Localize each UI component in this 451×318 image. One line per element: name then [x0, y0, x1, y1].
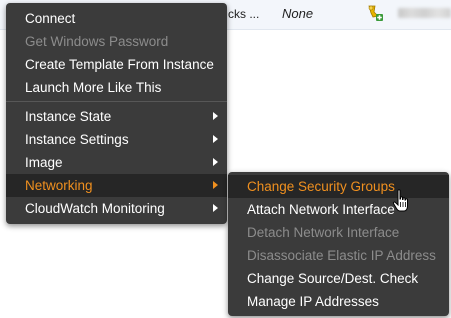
menu-item-detach-network-interface: Detach Network Interface: [228, 221, 449, 244]
instance-actions-menu: Connect Get Windows Password Create Temp…: [6, 3, 227, 224]
menu-item-disassociate-elastic-ip: Disassociate Elastic IP Address: [228, 244, 449, 267]
chevron-right-icon: [213, 204, 218, 212]
chevron-right-icon: [213, 158, 218, 166]
menu-item-instance-settings[interactable]: Instance Settings: [6, 128, 227, 151]
menu-item-connect[interactable]: Connect: [6, 7, 227, 30]
networking-submenu: Change Security Groups Attach Network In…: [228, 172, 449, 316]
chevron-right-icon: [213, 135, 218, 143]
key-pin-icon[interactable]: [366, 4, 384, 22]
menu-item-label: Networking: [25, 178, 93, 193]
menu-item-label: Change Source/Dest. Check: [247, 271, 419, 286]
menu-item-launch-more-like-this[interactable]: Launch More Like This: [6, 76, 227, 99]
menu-item-instance-state[interactable]: Instance State: [6, 105, 227, 128]
menu-separator: [6, 101, 227, 102]
chevron-right-icon: [213, 112, 218, 120]
menu-item-change-security-groups[interactable]: Change Security Groups: [228, 175, 449, 198]
menu-item-change-source-dest-check[interactable]: Change Source/Dest. Check: [228, 267, 449, 290]
menu-item-label: Launch More Like This: [25, 80, 162, 95]
menu-item-networking[interactable]: Networking: [6, 174, 227, 197]
truncated-cell-text: cks ...: [228, 7, 260, 21]
menu-item-label: Get Windows Password: [25, 34, 169, 49]
menu-item-label: Disassociate Elastic IP Address: [247, 248, 436, 263]
menu-item-get-windows-password: Get Windows Password: [6, 30, 227, 53]
menu-item-label: Detach Network Interface: [247, 225, 400, 240]
menu-item-label: Connect: [25, 11, 76, 26]
menu-item-manage-ip-addresses[interactable]: Manage IP Addresses: [228, 290, 449, 313]
menu-item-label: Manage IP Addresses: [247, 294, 379, 309]
menu-item-label: Instance Settings: [25, 132, 129, 147]
menu-item-image[interactable]: Image: [6, 151, 227, 174]
cell-value: None: [282, 6, 314, 21]
hand-pointer-cursor-icon: [392, 189, 408, 212]
menu-item-label: CloudWatch Monitoring: [25, 201, 165, 216]
chevron-right-icon: [213, 181, 218, 189]
menu-item-label: Attach Network Interface: [247, 202, 395, 217]
menu-item-label: Image: [25, 155, 63, 170]
menu-item-label: Create Template From Instance: [25, 57, 214, 72]
menu-item-attach-network-interface[interactable]: Attach Network Interface: [228, 198, 449, 221]
menu-item-label: Instance State: [25, 109, 112, 124]
menu-item-label: Change Security Groups: [247, 179, 395, 194]
menu-item-cloudwatch-monitoring[interactable]: CloudWatch Monitoring: [6, 197, 227, 220]
menu-item-create-template[interactable]: Create Template From Instance: [6, 53, 227, 76]
blurred-cell: [398, 8, 451, 18]
